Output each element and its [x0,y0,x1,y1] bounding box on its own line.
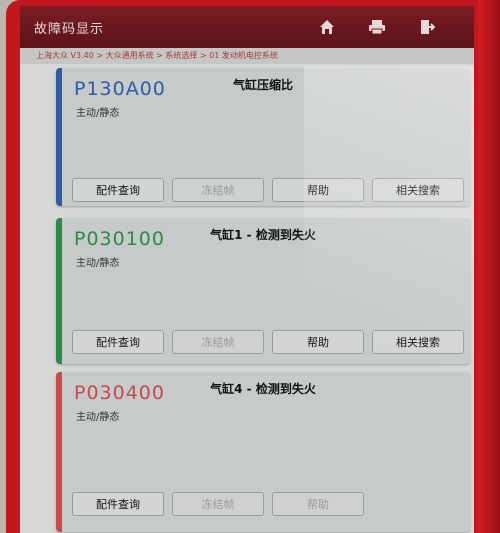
help-button[interactable]: 帮助 [272,492,364,516]
related-search-button[interactable]: 相关搜索 [372,178,464,202]
dtc-card: P030100 主动/静态 气缸1 - 检测到失火 配件查询 冻结帧 帮助 相关… [56,218,470,364]
related-search-button[interactable]: 相关搜索 [372,330,464,354]
dtc-description: 气缸1 - 检测到失火 [210,228,316,242]
home-icon[interactable] [316,16,338,38]
freeze-frame-button[interactable]: 冻结帧 [172,178,264,202]
exit-icon[interactable] [416,16,438,38]
dtc-card: P030400 主动/静态 气缸4 - 检测到失火 配件查询 冻结帧 帮助 [56,372,470,532]
freeze-frame-button[interactable]: 冻结帧 [172,330,264,354]
print-icon[interactable] [366,16,388,38]
dtc-status: 主动/静态 [76,108,120,119]
parts-lookup-button[interactable]: 配件查询 [72,330,164,354]
dtc-description: 气缸压缩比 [232,78,293,92]
dtc-status: 主动/静态 [76,412,120,423]
page-title: 故障码显示 [34,22,105,37]
help-button[interactable]: 帮助 [272,330,364,354]
dtc-description: 气缸4 - 检测到失火 [210,382,316,396]
app-header: 故障码显示 [20,6,474,48]
parts-lookup-button[interactable]: 配件查询 [72,492,164,516]
parts-lookup-button[interactable]: 配件查询 [72,178,164,202]
screen: 故障码显示 上海大众 V3.40 > 大众通用系统 > 系统选择 > 01 发动… [20,6,474,533]
help-button[interactable]: 帮助 [272,178,364,202]
breadcrumb: 上海大众 V3.40 > 大众通用系统 > 系统选择 > 01 发动机电控系统 [20,48,474,64]
device-side [478,0,500,533]
dtc-card: P130A00 主动/静态 气缸压缩比 配件查询 冻结帧 帮助 相关搜索 [56,68,470,206]
freeze-frame-button[interactable]: 冻结帧 [172,492,264,516]
dtc-status: 主动/静态 [76,258,120,269]
